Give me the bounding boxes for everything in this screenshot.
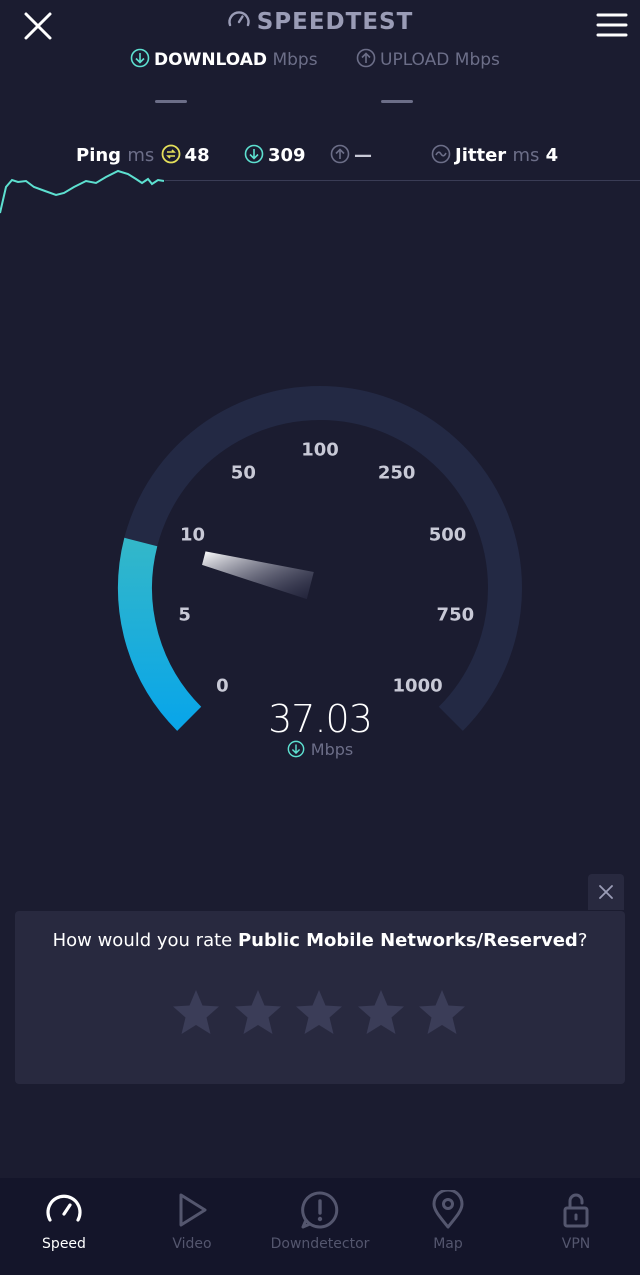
download-heading: DOWNLOAD Mbps	[130, 48, 318, 70]
gauge-fill	[118, 537, 202, 731]
download-latency-value: 309	[268, 145, 306, 166]
speed-unit-label: Mbps	[310, 740, 354, 759]
map-pin-icon	[432, 1190, 464, 1229]
alert-icon	[301, 1191, 339, 1229]
bottom-navigation: Speed Video Downdetector Map VPN	[0, 1178, 640, 1275]
unlock-icon	[563, 1193, 589, 1228]
ping-idle-icon	[161, 144, 180, 164]
jitter-unit: ms	[512, 145, 540, 166]
rating-question-prefix: How would you rate	[52, 930, 238, 951]
download-indicator-icon	[287, 740, 305, 758]
star-icon[interactable]	[293, 987, 345, 1039]
gauge-tick-250: 250	[377, 462, 416, 484]
current-speed-value: 37.03	[268, 697, 373, 741]
upload-latency-metric: —	[330, 144, 372, 166]
nav-map-label: Map	[433, 1236, 463, 1252]
download-unit: Mbps	[272, 50, 318, 70]
download-latency-icon	[244, 144, 264, 164]
speedometer-icon	[46, 1194, 82, 1222]
gauge-tick-50: 50	[230, 462, 256, 484]
upload-value-placeholder	[381, 100, 413, 103]
download-value-placeholder	[155, 100, 187, 103]
hamburger-menu-icon[interactable]	[596, 12, 628, 38]
dismiss-rating-button[interactable]	[588, 874, 624, 910]
gauge-tick-750: 750	[436, 604, 475, 626]
play-icon	[179, 1193, 207, 1227]
app-title-text: SPEEDTEST	[256, 9, 414, 35]
ping-label: Ping	[76, 145, 122, 166]
star-icon[interactable]	[170, 987, 222, 1039]
upload-arrow-icon	[356, 48, 376, 68]
jitter-wave-icon	[431, 144, 451, 164]
speed-history-graph	[0, 169, 165, 214]
app-title: SPEEDTEST	[0, 8, 640, 35]
ping-value: 48	[184, 145, 210, 166]
nav-downdetector-label: Downdetector	[270, 1236, 370, 1252]
rating-stars	[170, 987, 470, 1041]
rating-question-suffix: ?	[577, 930, 588, 951]
upload-label: UPLOAD	[380, 50, 450, 70]
jitter-label: Jitter	[455, 145, 507, 166]
upload-latency-icon	[330, 144, 350, 164]
upload-latency-value: —	[354, 145, 372, 166]
ping-metric: Ping ms 48	[76, 144, 210, 166]
star-icon[interactable]	[232, 987, 284, 1039]
nav-map[interactable]: Map	[384, 1178, 512, 1275]
nav-speed-label: Speed	[42, 1236, 86, 1252]
gauge-tick-100: 100	[301, 439, 339, 461]
gauge-tick-1000: 1000	[392, 675, 443, 697]
rating-provider: Public Mobile Networks/Reserved	[237, 930, 578, 951]
upload-heading: UPLOAD Mbps	[356, 48, 500, 70]
gauge-tick-500: 500	[428, 524, 467, 546]
nav-vpn[interactable]: VPN	[512, 1178, 640, 1275]
ping-unit: ms	[127, 145, 155, 166]
download-upload-header: DOWNLOAD Mbps UPLOAD Mbps	[0, 48, 640, 72]
gauge-tick-10: 10	[179, 524, 206, 546]
rating-question: How would you rate Public Mobile Network…	[15, 930, 625, 951]
close-icon	[599, 885, 613, 899]
download-latency-metric: 309	[244, 144, 306, 166]
nav-video-label: Video	[172, 1236, 212, 1252]
gauge-needle	[202, 551, 314, 600]
rating-card: How would you rate Public Mobile Network…	[15, 911, 625, 1084]
top-bar: SPEEDTEST	[0, 0, 640, 48]
metrics-divider	[165, 180, 640, 181]
jitter-metric: Jitter ms 4	[431, 144, 558, 166]
nav-speed[interactable]: Speed	[0, 1178, 128, 1275]
nav-downdetector[interactable]: Downdetector	[256, 1178, 384, 1275]
speedometer-logo-icon	[228, 11, 250, 27]
upload-unit: Mbps	[454, 50, 500, 70]
star-icon[interactable]	[355, 987, 407, 1039]
star-icon[interactable]	[416, 987, 468, 1039]
current-speed-unit: Mbps	[0, 740, 640, 759]
download-arrow-icon	[130, 48, 150, 68]
jitter-value: 4	[545, 145, 559, 166]
gauge-tick-5: 5	[178, 604, 191, 626]
gauge-tick-0: 0	[216, 675, 229, 697]
download-label: DOWNLOAD	[154, 50, 268, 70]
nav-vpn-label: VPN	[561, 1236, 591, 1252]
nav-video[interactable]: Video	[128, 1178, 256, 1275]
